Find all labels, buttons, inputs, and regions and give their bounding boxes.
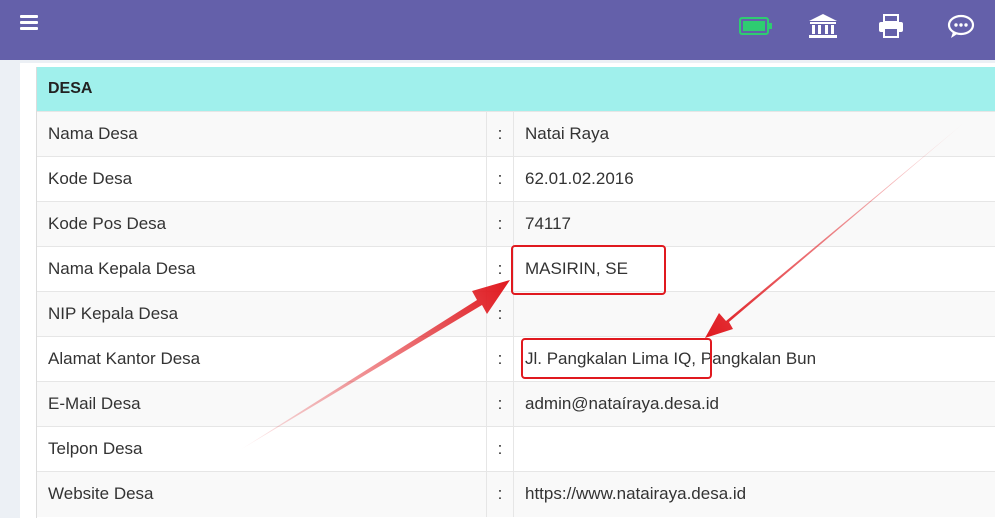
row-label: Kode Pos Desa (37, 201, 487, 247)
table-row: NIP Kepala Desa : (37, 291, 995, 337)
row-value: Jl. Pangkalan Lima IQ, Pangkalan Bun (513, 336, 995, 382)
table-row: Kode Desa : 62.01.02.2016 (37, 156, 995, 202)
desa-panel: DESA Nama Desa : Natai Raya Kode Desa : … (36, 67, 995, 518)
table-row: Nama Kepala Desa : MASIRIN, SE (37, 246, 995, 292)
chat-icon[interactable] (947, 14, 975, 40)
row-separator: : (486, 291, 514, 337)
top-navbar (0, 0, 995, 60)
battery-icon[interactable] (739, 17, 773, 37)
row-separator: : (486, 381, 514, 427)
row-value (513, 426, 995, 472)
row-label: Kode Desa (37, 156, 487, 202)
row-value: https://www.natairaya.desa.id (513, 471, 995, 517)
row-label: Nama Desa (37, 111, 487, 157)
table-row: Kode Pos Desa : 74117 (37, 201, 995, 247)
row-separator: : (486, 246, 514, 292)
row-label: Nama Kepala Desa (37, 246, 487, 292)
row-separator: : (486, 336, 514, 382)
row-separator: : (486, 156, 514, 202)
table-row: Nama Desa : Natai Raya (37, 111, 995, 157)
row-separator: : (486, 201, 514, 247)
table-row: Website Desa : https://www.natairaya.des… (37, 471, 995, 517)
row-separator: : (486, 111, 514, 157)
row-value: admin@nataíraya.desa.id (513, 381, 995, 427)
table-row: Alamat Kantor Desa : Jl. Pangkalan Lima … (37, 336, 995, 382)
row-separator: : (486, 471, 514, 517)
row-value: Natai Raya (513, 111, 995, 157)
row-value: MASIRIN, SE (513, 246, 995, 292)
row-value: 62.01.02.2016 (513, 156, 995, 202)
row-label: Alamat Kantor Desa (37, 336, 487, 382)
printer-icon[interactable] (878, 14, 904, 38)
content-area: DESA Nama Desa : Natai Raya Kode Desa : … (20, 63, 995, 518)
row-separator: : (486, 426, 514, 472)
row-value (513, 291, 995, 337)
table-row: Telpon Desa : (37, 426, 995, 472)
desa-info-table: Nama Desa : Natai Raya Kode Desa : 62.01… (37, 111, 995, 517)
menu-icon[interactable] (20, 15, 38, 31)
table-row: E-Mail Desa : admin@nataíraya.desa.id (37, 381, 995, 427)
row-value: 74117 (513, 201, 995, 247)
row-label: E-Mail Desa (37, 381, 487, 427)
panel-title: DESA (37, 67, 995, 111)
row-label: Telpon Desa (37, 426, 487, 472)
row-label: Website Desa (37, 471, 487, 517)
row-label: NIP Kepala Desa (37, 291, 487, 337)
bank-icon[interactable] (808, 13, 838, 39)
